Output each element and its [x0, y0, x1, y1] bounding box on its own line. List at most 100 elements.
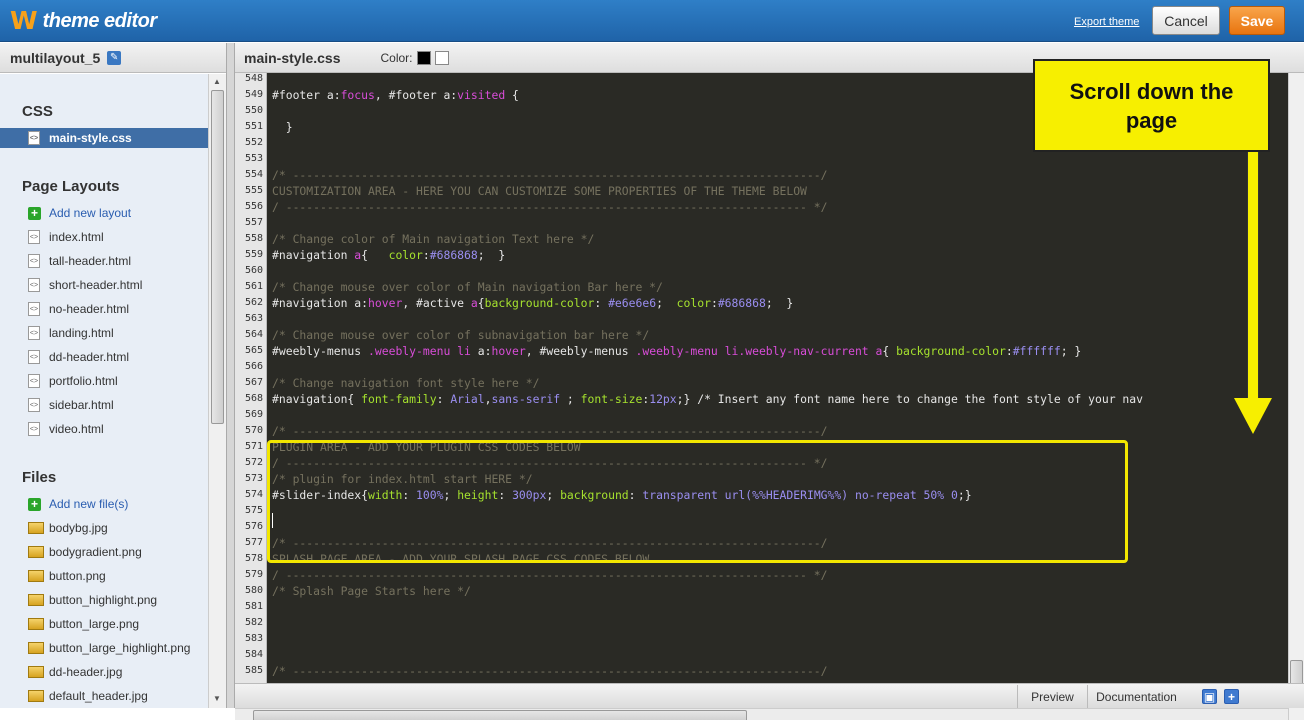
line-number: 564 — [244, 329, 263, 340]
horizontal-scroll-thumb[interactable] — [253, 710, 747, 720]
layout-item[interactable]: <> tall-header.html — [28, 251, 208, 271]
files-title: Files — [22, 469, 57, 486]
sidebar-scrollbar[interactable]: ▲ ▼ — [208, 74, 226, 708]
line-number: 566 — [244, 361, 263, 372]
layout-item-label: tall-header.html — [49, 254, 132, 268]
line-number: 579 — [244, 569, 263, 580]
text-cursor — [272, 513, 273, 528]
line-number: 554 — [244, 169, 263, 180]
horizontal-scrollbar[interactable] — [235, 708, 1288, 720]
vertical-scrollbar[interactable] — [1288, 73, 1304, 720]
plugin-area-highlight — [267, 440, 1128, 563]
layout-item[interactable]: <> no-header.html — [28, 299, 208, 319]
add-new-layout-link[interactable]: + Add new layout — [28, 203, 208, 223]
line-number: 557 — [244, 217, 263, 228]
weebly-logo-icon: W — [10, 6, 38, 35]
sidebar: multilayout_5 ✎ CSS <> main-style.css Pag… — [0, 43, 227, 708]
layout-item[interactable]: <> dd-header.html — [28, 347, 208, 367]
image-file-item[interactable]: button_large_highlight.png — [28, 638, 208, 658]
preview-button[interactable]: Preview — [1017, 685, 1087, 708]
line-number: 565 — [244, 345, 263, 356]
code-line: #navigation a{ color:#686868; } — [272, 248, 506, 262]
line-number: 549 — [244, 89, 263, 100]
line-number: 562 — [244, 297, 263, 308]
image-icon — [28, 594, 44, 606]
site-name-header: multilayout_5 ✎ — [0, 43, 226, 73]
layout-item[interactable]: <> index.html — [28, 227, 208, 247]
file-item-label: button_large_highlight.png — [49, 641, 191, 655]
layout-item[interactable]: <> portfolio.html — [28, 371, 208, 391]
window-icon[interactable]: ▣ — [1202, 689, 1217, 704]
line-number: 577 — [244, 537, 263, 548]
line-number: 584 — [244, 649, 263, 660]
add-layout-label: Add new layout — [49, 206, 132, 220]
line-number: 585 — [244, 665, 263, 676]
image-file-item[interactable]: button_highlight.png — [28, 590, 208, 610]
line-number: 576 — [244, 521, 263, 532]
plus-icon[interactable]: + — [1224, 689, 1239, 704]
color-label: Color: — [380, 50, 413, 65]
scroll-down-icon[interactable]: ▼ — [213, 694, 221, 703]
file-icon: <> — [28, 230, 40, 244]
layout-item[interactable]: <> landing.html — [28, 323, 208, 343]
pencil-icon[interactable]: ✎ — [107, 50, 122, 65]
line-number: 568 — [244, 393, 263, 404]
add-new-files-link[interactable]: + Add new file(s) — [28, 494, 208, 514]
layout-item[interactable]: <> sidebar.html — [28, 395, 208, 415]
file-icon: <> — [28, 278, 40, 292]
sidebar-scroll-thumb[interactable] — [211, 90, 224, 424]
image-file-item[interactable]: button_large.png — [28, 614, 208, 634]
file-icon: <> — [28, 398, 40, 412]
image-icon — [28, 690, 44, 702]
line-number: 569 — [244, 409, 263, 420]
code-line: #footer a:focus, #footer a:visited { — [272, 88, 519, 102]
image-file-item[interactable]: button.png — [28, 566, 208, 586]
image-file-item[interactable]: bodybg.jpg — [28, 518, 208, 538]
image-file-item[interactable]: bodygradient.png — [28, 542, 208, 562]
css-file-item[interactable]: <> main-style.css — [0, 128, 208, 148]
line-number: 555 — [244, 185, 263, 196]
top-bar: W theme editor Export theme Cancel Save — [0, 0, 1304, 42]
file-item-label: bodybg.jpg — [49, 521, 108, 535]
layout-item-label: no-header.html — [49, 302, 130, 316]
code-line: / --------------------------------------… — [272, 200, 828, 214]
line-number: 567 — [244, 377, 263, 388]
site-name: multilayout_5 — [10, 49, 101, 66]
image-file-item[interactable]: default_header.jpg — [28, 686, 208, 706]
export-theme-link[interactable]: Export theme — [1074, 16, 1139, 28]
code-editor[interactable]: 548 549 #footer a:focus, #footer a:visited… — [235, 73, 1288, 720]
layout-item-label: index.html — [49, 230, 104, 244]
scroll-up-icon[interactable]: ▲ — [213, 77, 221, 86]
file-icon: <> — [28, 350, 40, 364]
line-number: 563 — [244, 313, 263, 324]
code-line: /* -------------------------------------… — [272, 168, 828, 182]
white-color-swatch[interactable] — [434, 50, 449, 65]
line-number: 551 — [244, 121, 263, 132]
editor-footer: Preview Documentation ▣ + — [235, 683, 1304, 708]
layout-item[interactable]: <> short-header.html — [28, 275, 208, 295]
cancel-button[interactable]: Cancel — [1152, 6, 1220, 35]
layout-item-label: video.html — [49, 422, 104, 436]
line-number: 559 — [244, 249, 263, 260]
file-item-label: button_large.png — [49, 617, 140, 631]
line-number: 580 — [244, 585, 263, 596]
layout-item[interactable]: <> video.html — [28, 419, 208, 439]
save-button[interactable]: Save — [1229, 6, 1285, 35]
image-icon — [28, 546, 44, 558]
plus-icon: + — [28, 206, 41, 220]
line-number: 560 — [244, 265, 263, 276]
code-line: /* Change color of Main navigation Text … — [272, 232, 595, 246]
layout-item-label: landing.html — [49, 326, 114, 340]
line-number: 574 — [244, 489, 263, 500]
line-number: 570 — [244, 425, 263, 436]
logo: W theme editor — [10, 8, 157, 34]
documentation-button[interactable]: Documentation — [1087, 685, 1185, 708]
line-number: 548 — [244, 73, 263, 84]
black-color-swatch[interactable] — [416, 50, 431, 65]
file-item-label: default_header.jpg — [49, 689, 148, 703]
file-icon: <> — [28, 374, 40, 388]
panel-splitter[interactable] — [227, 43, 235, 708]
image-file-item[interactable]: dd-header.jpg — [28, 662, 208, 682]
line-number: 556 — [244, 201, 263, 212]
css-section-title: CSS — [22, 103, 53, 120]
